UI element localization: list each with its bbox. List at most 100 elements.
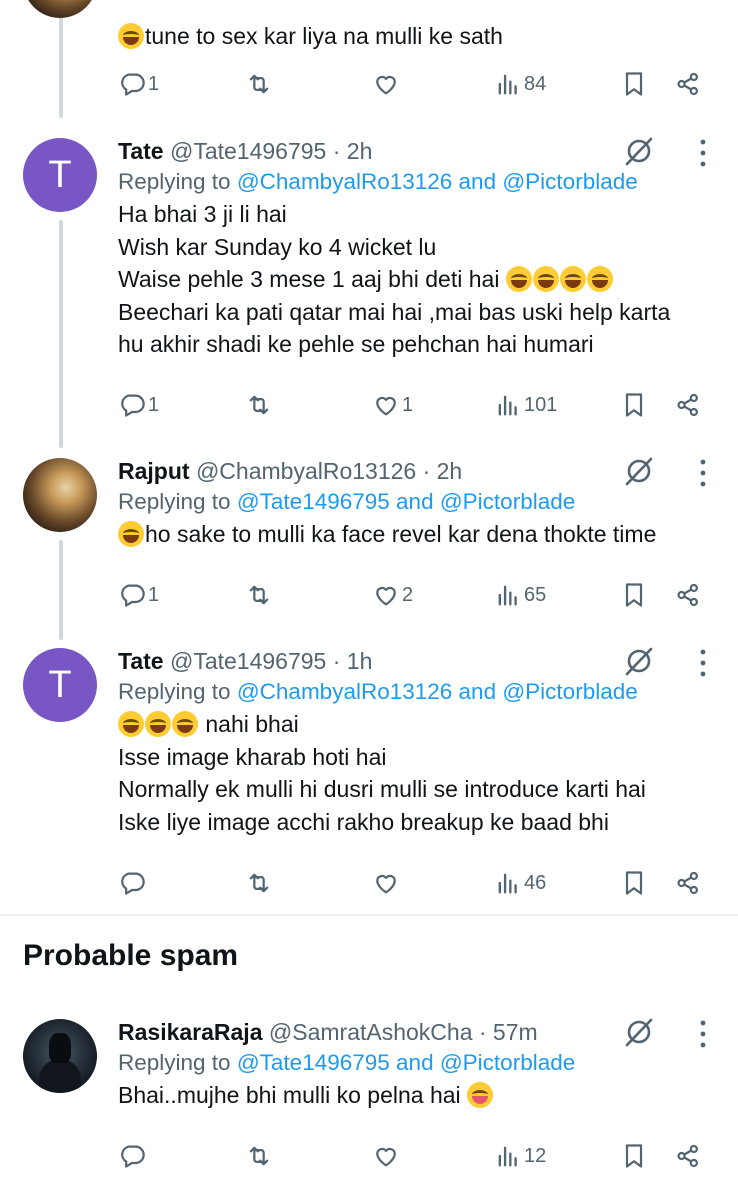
share-button[interactable] <box>674 868 702 898</box>
share-icon <box>674 70 702 98</box>
reply-icon <box>118 70 146 98</box>
probable-spam-heading: Probable spam <box>23 939 239 972</box>
joy-emoji <box>559 266 586 292</box>
avatar[interactable] <box>23 0 97 18</box>
like-icon <box>372 391 400 419</box>
views-icon <box>494 1142 522 1170</box>
author-meta: @ChambyalRo13126 · 2h <box>195 458 463 484</box>
author-meta: @Tate1496795 · 2h <box>169 138 373 164</box>
bookmark-icon <box>620 70 648 98</box>
grok-icon[interactable] <box>622 644 656 678</box>
more-icon[interactable] <box>698 1019 708 1049</box>
bookmark-button[interactable] <box>620 868 648 898</box>
bookmark-button[interactable] <box>620 69 648 99</box>
replying-to-link[interactable]: @Tate1496795 and @Pictorblade <box>237 489 575 514</box>
retweet-icon <box>245 581 273 609</box>
views-button[interactable]: 84 <box>494 69 546 99</box>
retweet-button[interactable] <box>245 868 273 898</box>
rofl-emoji <box>118 23 144 49</box>
author-name[interactable]: Rajput <box>118 458 190 484</box>
reply-icon <box>118 869 146 897</box>
share-icon <box>674 1142 702 1170</box>
joy-emoji <box>172 711 198 737</box>
author-name[interactable]: Tate <box>118 648 164 674</box>
retweet-icon <box>245 391 273 419</box>
more-icon[interactable] <box>698 458 708 488</box>
joy-emoji <box>532 266 559 292</box>
like-button[interactable] <box>372 868 400 898</box>
reply-button[interactable]: 1 <box>118 390 159 420</box>
tweet-text: nahi bhai Isse image kharab hoti hai Nor… <box>118 711 646 835</box>
retweet-button[interactable] <box>245 390 273 420</box>
like-icon <box>372 581 400 609</box>
share-icon <box>674 391 702 419</box>
retweet-icon <box>245 70 273 98</box>
share-button[interactable] <box>674 580 702 610</box>
bookmark-button[interactable] <box>620 1141 648 1171</box>
tweet-4[interactable]: RasikaraRaja @SamratAshokCha · 57m Reply… <box>0 1017 738 1187</box>
like-button[interactable]: 1 <box>372 390 413 420</box>
retweet-button[interactable] <box>245 580 273 610</box>
share-button[interactable] <box>674 1141 702 1171</box>
bookmark-button[interactable] <box>620 580 648 610</box>
tweet-2[interactable]: Rajput @ChambyalRo13126 · 2h Replying to… <box>0 456 738 626</box>
grok-icon[interactable] <box>622 454 656 488</box>
bookmark-icon <box>620 1142 648 1170</box>
replying-to-link[interactable]: @Tate1496795 and @Pictorblade <box>237 1050 575 1075</box>
tweet-actions: 12 <box>118 1141 718 1171</box>
bookmark-button[interactable] <box>620 390 648 420</box>
bookmark-icon <box>620 581 648 609</box>
joy-emoji <box>505 266 532 292</box>
reply-button[interactable]: 1 <box>118 580 159 610</box>
views-icon <box>494 391 522 419</box>
reply-button[interactable] <box>118 1141 146 1171</box>
like-button[interactable] <box>372 69 400 99</box>
joy-emoji <box>118 521 144 547</box>
reply-icon <box>118 581 146 609</box>
retweet-icon <box>245 1142 273 1170</box>
tweet-1[interactable]: T Tate @Tate1496795 · 2h Replying to @Ch… <box>0 136 738 436</box>
views-icon <box>494 869 522 897</box>
divider <box>0 914 738 916</box>
more-icon[interactable] <box>698 648 708 678</box>
share-button[interactable] <box>674 390 702 420</box>
avatar[interactable]: T <box>23 648 97 722</box>
share-button[interactable] <box>674 69 702 99</box>
reply-button[interactable] <box>118 868 146 898</box>
retweet-icon <box>245 869 273 897</box>
avatar[interactable] <box>23 1019 97 1093</box>
views-button[interactable]: 101 <box>494 390 557 420</box>
tweet-text: tune to sex kar liya na mulli ke sath <box>145 23 503 49</box>
retweet-button[interactable] <box>245 1141 273 1171</box>
author-name[interactable]: RasikaraRaja <box>118 1019 263 1045</box>
retweet-button[interactable] <box>245 69 273 99</box>
joy-emoji <box>145 711 171 737</box>
views-button[interactable]: 65 <box>494 580 546 610</box>
replying-to-link[interactable]: @ChambyalRo13126 and @Pictorblade <box>237 169 638 194</box>
reply-button[interactable]: 1 <box>118 69 159 99</box>
tweet-actions: 46 <box>118 868 718 898</box>
reply-icon <box>118 1142 146 1170</box>
tweet-actions: 1 1 101 <box>118 390 718 420</box>
views-icon <box>494 70 522 98</box>
tweet-0[interactable]: tune to sex kar liya na mulli ke sath 1 … <box>0 0 738 118</box>
joy-emoji <box>586 266 613 292</box>
like-button[interactable]: 2 <box>372 580 413 610</box>
avatar[interactable]: T <box>23 138 97 212</box>
replying-to-link[interactable]: @ChambyalRo13126 and @Pictorblade <box>237 679 638 704</box>
tweet-text: Bhai..mujhe bhi mulli ko pelna hai <box>118 1079 678 1112</box>
author-name[interactable]: Tate <box>118 138 164 164</box>
author-meta: @Tate1496795 · 1h <box>169 648 373 674</box>
grok-icon[interactable] <box>622 134 656 168</box>
views-icon <box>494 581 522 609</box>
tweet-3[interactable]: T Tate @Tate1496795 · 1h Replying to @Ch… <box>0 646 738 906</box>
tweet-actions: 1 2 65 <box>118 580 718 610</box>
more-icon[interactable] <box>698 138 708 168</box>
avatar[interactable] <box>23 458 97 532</box>
views-button[interactable]: 12 <box>494 1141 546 1171</box>
like-icon <box>372 869 400 897</box>
views-button[interactable]: 46 <box>494 868 546 898</box>
like-button[interactable] <box>372 1141 400 1171</box>
grok-icon[interactable] <box>622 1015 656 1049</box>
tongue-emoji <box>467 1082 494 1108</box>
